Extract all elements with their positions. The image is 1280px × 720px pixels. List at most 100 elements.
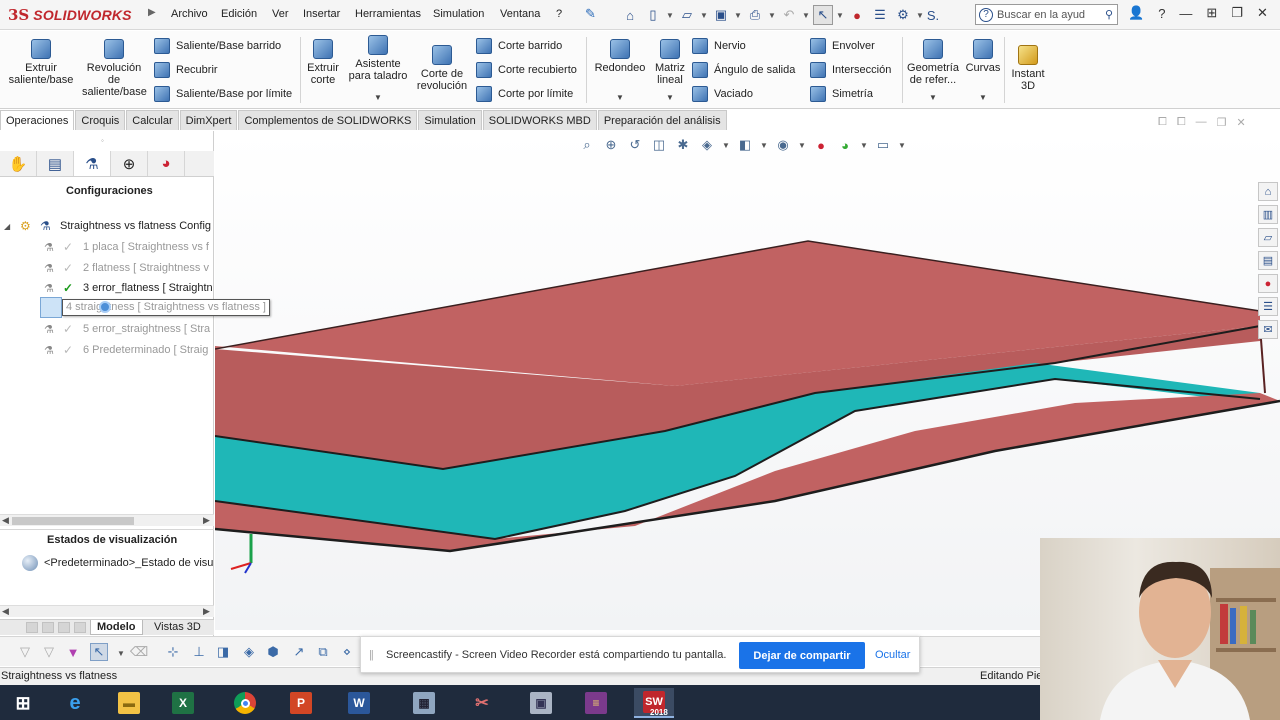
scroll-thumb[interactable] — [12, 517, 134, 525]
wrap-button[interactable]: Envolver — [810, 37, 875, 55]
rebuild-traffic-light-icon[interactable]: ● — [847, 5, 867, 25]
filter-icon[interactable]: ▽ — [16, 643, 34, 661]
filter-solids-icon[interactable]: ⬢ — [264, 643, 282, 661]
search-icon[interactable]: ⚲ — [1105, 8, 1113, 21]
back-icon[interactable]: ⧠ — [1158, 116, 1167, 129]
menu-edicion[interactable]: Edición — [221, 8, 257, 20]
config-item[interactable]: ⚗ ✓ 5 error_straightness [ Stra — [44, 320, 210, 338]
close-icon[interactable]: ✕ — [1237, 116, 1246, 129]
chevron-down-icon[interactable]: ▼ — [860, 141, 868, 150]
chevron-down-icon[interactable]: ▼ — [802, 11, 810, 20]
config-item[interactable]: ⚗ ✓ 6 Predeterminado [ Straig — [44, 341, 208, 359]
draft-button[interactable]: Ángulo de salida — [692, 61, 795, 79]
pin-icon[interactable]: ✎ — [585, 6, 596, 22]
chevron-down-icon[interactable]: ▼ — [768, 11, 776, 20]
file-explorer-icon[interactable]: ▱ — [1258, 228, 1278, 247]
chevron-down-icon[interactable]: ▼ — [374, 93, 382, 102]
tab-operaciones[interactable]: Operaciones — [0, 110, 75, 130]
lofted-cut-button[interactable]: Corte recubierto — [476, 61, 577, 79]
boundary-boss-button[interactable]: Saliente/Base por límite — [154, 85, 292, 103]
tab-modelo[interactable]: Modelo — [90, 620, 143, 635]
chevron-down-icon[interactable]: ▼ — [117, 649, 125, 658]
tab-calcular[interactable]: Calcular — [126, 110, 179, 130]
solidworks-logo[interactable]: 3S SOLIDWORKS ▶ — [8, 3, 156, 27]
menu-insertar[interactable]: Insertar — [303, 8, 340, 20]
minimize-icon[interactable]: — — [1196, 116, 1207, 129]
swept-cut-button[interactable]: Corte barrido — [476, 37, 562, 55]
chevron-down-icon[interactable]: ▼ — [798, 141, 806, 150]
tab-next-icon[interactable] — [58, 622, 70, 633]
shell-button[interactable]: Vaciado — [692, 85, 753, 103]
tab-first-icon[interactable] — [26, 622, 38, 633]
hide-show-items-icon[interactable]: ◉ — [774, 136, 792, 154]
home-icon[interactable]: ⌂ — [620, 5, 640, 25]
appearances-icon[interactable]: ● — [1258, 274, 1278, 293]
help-icon[interactable]: ? — [1158, 6, 1165, 21]
forward-icon[interactable]: ⧠ — [1177, 116, 1186, 129]
tab-preparacion-analisis[interactable]: Preparación del análisis — [597, 110, 727, 130]
photos-icon[interactable]: ▣ — [521, 688, 561, 718]
filter-toggle-icon[interactable]: ▽ — [40, 643, 58, 661]
chevron-down-icon[interactable]: ▼ — [616, 93, 624, 102]
filter-planes-icon[interactable]: ⧉ — [314, 643, 332, 661]
tab-simulation[interactable]: Simulation — [418, 110, 482, 130]
chevron-down-icon[interactable]: ▼ — [836, 11, 844, 20]
chevron-down-icon[interactable]: ▼ — [916, 11, 924, 20]
menu-archivo[interactable]: Archivo — [171, 8, 208, 20]
filter-points-icon[interactable]: ⋄ — [338, 643, 356, 661]
intersect-button[interactable]: Intersección — [810, 61, 891, 79]
view-orientation-icon[interactable]: ◈ — [698, 136, 716, 154]
chevron-down-icon[interactable]: ▼ — [666, 93, 674, 102]
scroll-right-icon[interactable]: ▶ — [203, 515, 210, 526]
menu-simulation[interactable]: Simulation — [433, 8, 484, 20]
filter-surfaces-icon[interactable]: ◈ — [240, 643, 258, 661]
file-properties-icon[interactable]: ☰ — [870, 5, 890, 25]
chevron-down-icon[interactable]: ▼ — [898, 141, 906, 150]
chevron-down-icon[interactable]: ▼ — [722, 141, 730, 150]
config-item[interactable]: ⚗ ✓ 1 placa [ Straightness vs f — [44, 238, 209, 256]
rib-button[interactable]: Nervio — [692, 37, 746, 55]
pane-grip-icon[interactable]: ◦ — [101, 136, 104, 145]
chevron-down-icon[interactable]: ▼ — [666, 11, 674, 20]
help-search-input[interactable]: ? Buscar en la ayud ⚲ — [975, 4, 1118, 25]
chrome-icon[interactable] — [225, 688, 265, 718]
new-file-icon[interactable]: ▯ — [643, 5, 663, 25]
tab-complementos[interactable]: Complementos de SOLIDWORKS — [238, 110, 418, 130]
curves-button[interactable]: Curvas — [964, 39, 1002, 74]
display-style-icon[interactable]: ◧ — [736, 136, 754, 154]
solidworks-resources-icon[interactable]: ⌂ — [1258, 182, 1278, 201]
config-root[interactable]: ◢ ⚙ ⚗ Straightness vs flatness Config — [4, 217, 211, 235]
config-item[interactable]: ⚗ ✓ 3 error_flatness [ Straightn — [44, 279, 213, 297]
apply-scene-icon[interactable]: ◕ — [836, 136, 854, 154]
undo-icon[interactable]: ↶ — [779, 5, 799, 25]
excel-icon[interactable]: X — [163, 688, 203, 718]
restore-icon[interactable]: ❐ — [1217, 116, 1227, 129]
filter-faces-icon[interactable]: ◨ — [214, 643, 232, 661]
close-icon[interactable]: ✕ — [1257, 5, 1268, 21]
filter-axes-icon[interactable]: ↗ — [290, 643, 308, 661]
word-icon[interactable]: W — [339, 688, 379, 718]
tab-prev-icon[interactable] — [42, 622, 54, 633]
linear-pattern-button[interactable]: Matriz lineal — [652, 39, 688, 86]
configuration-manager-tab-icon[interactable]: ⚗ — [74, 151, 111, 176]
chevron-down-icon[interactable]: ▼ — [979, 93, 987, 102]
tab-solidworks-mbd[interactable]: SOLIDWORKS MBD — [482, 110, 597, 130]
drag-grip-icon[interactable]: || — [369, 649, 374, 661]
feature-tree-tab-icon[interactable]: ✋ — [0, 151, 37, 176]
minimize-icon[interactable]: — — [1179, 6, 1192, 21]
clear-filters-icon[interactable]: ⌫ — [130, 643, 148, 661]
edit-appearance-icon[interactable]: ● — [812, 136, 830, 154]
filter-vertices-icon[interactable]: ⊹ — [164, 643, 182, 661]
powerpoint-icon[interactable]: P — [281, 688, 321, 718]
previous-view-icon[interactable]: ↺ — [626, 136, 644, 154]
tab-croquis[interactable]: Croquis — [75, 110, 126, 130]
logo-flyout-icon[interactable]: ▶ — [148, 7, 156, 18]
loft-boss-button[interactable]: Recubrir — [154, 61, 218, 79]
explorer-icon[interactable]: ▬ — [109, 688, 149, 718]
snipping-icon[interactable]: ✂ — [462, 688, 502, 718]
filter-all-icon[interactable]: ▼ — [64, 643, 82, 661]
view-palette-icon[interactable]: ▤ — [1258, 251, 1278, 270]
fillet-button[interactable]: Redondeo — [592, 39, 648, 74]
chevron-down-icon[interactable]: ▼ — [929, 93, 937, 102]
tab-dimxpert[interactable]: DimXpert — [179, 110, 238, 130]
